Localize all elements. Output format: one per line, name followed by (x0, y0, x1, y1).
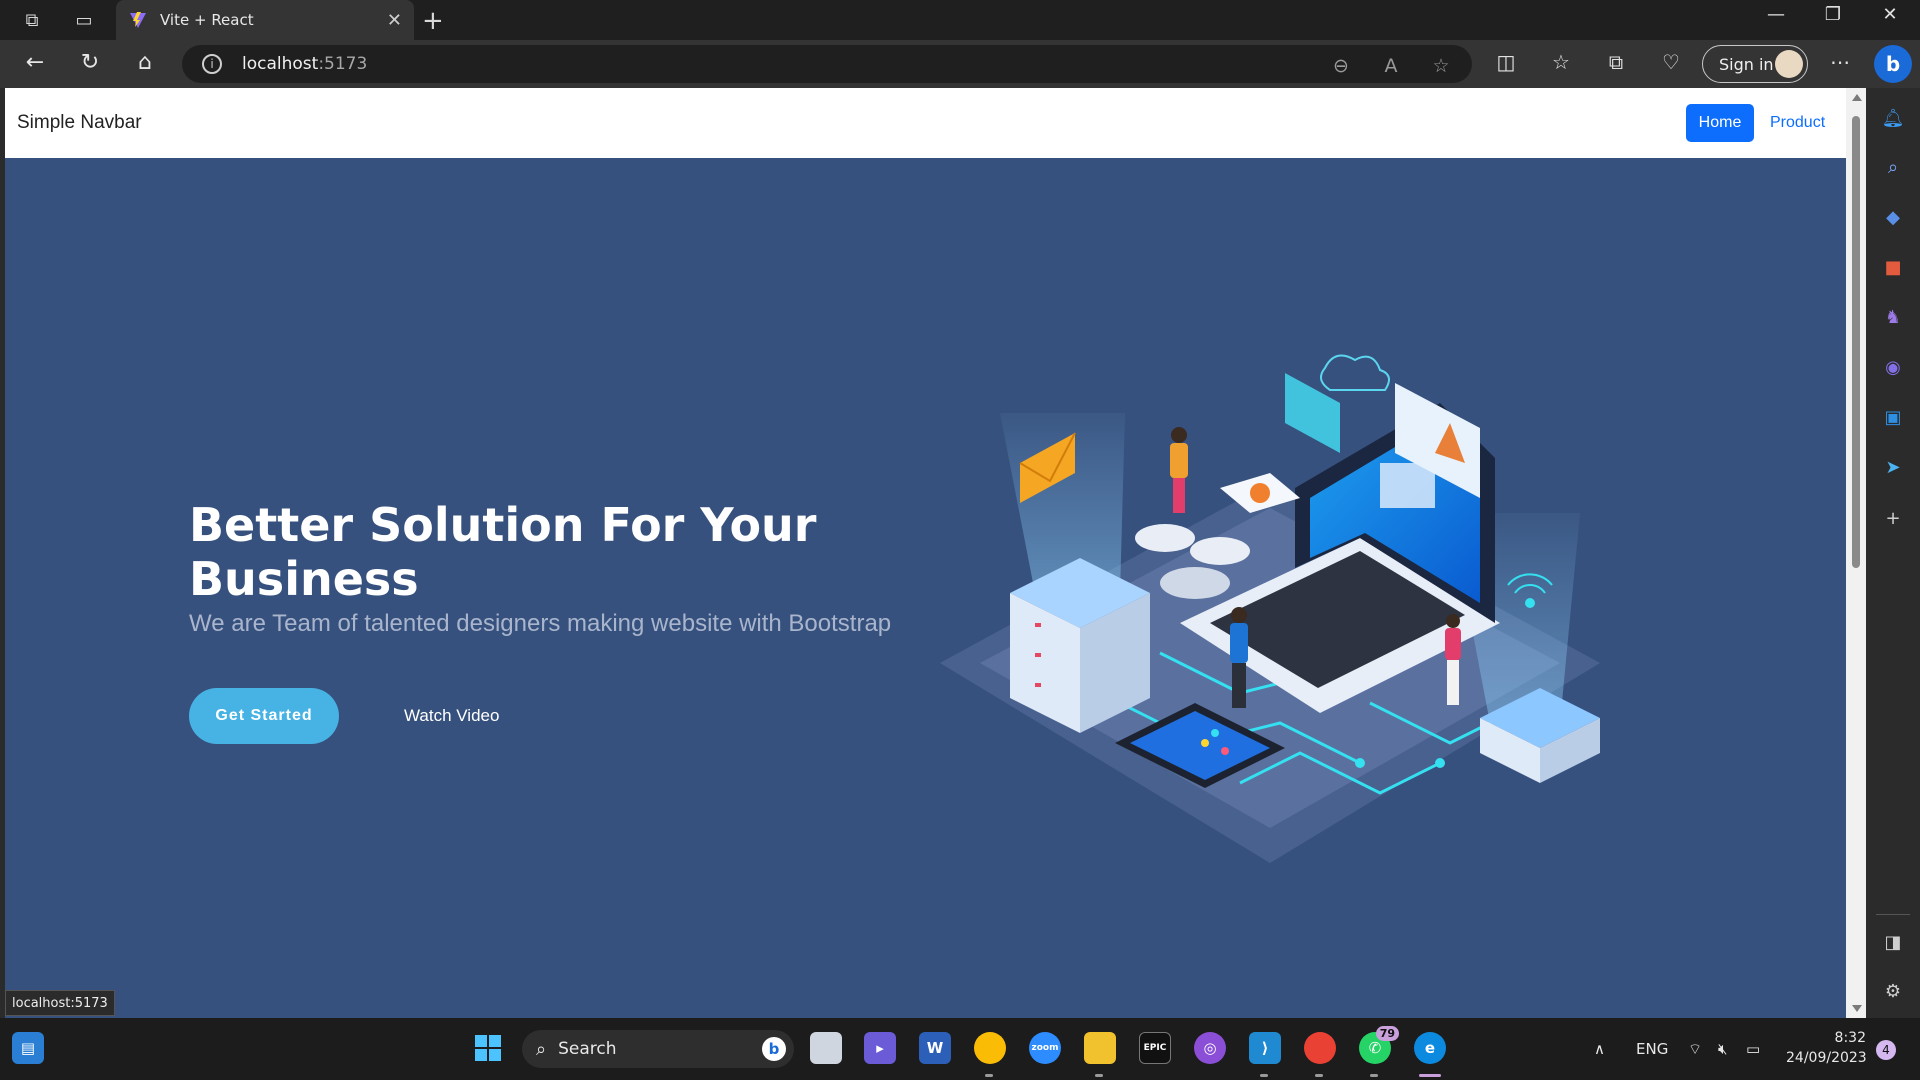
clock-date: 24/09/2023 (1786, 1050, 1867, 1066)
search-icon: ⌕ (536, 1038, 547, 1060)
epic-games-icon[interactable]: EPIC (1139, 1032, 1171, 1064)
tab-list-icon[interactable]: ▭ (72, 8, 96, 32)
nav-link-home[interactable]: Home (1686, 104, 1754, 142)
tools-icon[interactable]: ■ (1881, 255, 1905, 279)
whatsapp-badge: 79 (1375, 1026, 1399, 1041)
github-icon[interactable]: ◎ (1194, 1032, 1226, 1064)
url-text[interactable]: localhost:5173 (242, 54, 367, 74)
sidebar-divider (1876, 914, 1910, 915)
chrome-icon[interactable] (974, 1032, 1006, 1064)
read-aloud-icon[interactable]: A (1378, 55, 1404, 77)
windows-taskbar: ▤ ⌕ Search b ▸ W zoom EPIC ◎ ⟩ ✆ 79 e ∧ E… (0, 1018, 1920, 1080)
language-indicator[interactable]: ENG (1636, 1040, 1668, 1058)
file-explorer-icon[interactable] (1084, 1032, 1116, 1064)
volume-icon[interactable]: 🔇︎ (1718, 1040, 1727, 1058)
home-icon[interactable]: ⌂ (130, 50, 160, 75)
favorites-icon[interactable]: ☆ (1547, 50, 1575, 74)
site-navbar: Simple Navbar Home Product (5, 88, 1846, 158)
browser-title-bar: ⧉ ▭ Vite + React ✕ + — ❐ ✕ (0, 0, 1920, 40)
scroll-up-icon[interactable] (1852, 94, 1862, 101)
games-icon[interactable]: ♞ (1881, 305, 1905, 329)
tab-actions-icon[interactable]: ⧉ (20, 8, 44, 32)
info-icon[interactable]: i (202, 54, 222, 74)
hide-sidebar-icon[interactable]: ◨ (1881, 930, 1905, 954)
address-bar[interactable]: i localhost:5173 ⊖ A ☆ (182, 45, 1472, 83)
search-icon[interactable]: ⌕ (1881, 155, 1905, 179)
notifications-bell-icon[interactable]: 🔔︎ (1881, 106, 1905, 130)
zoom-icon[interactable]: zoom (1029, 1032, 1061, 1064)
collections-icon[interactable]: ⧉ (1602, 50, 1630, 74)
nav-link-product[interactable]: Product (1770, 114, 1825, 132)
new-tab-icon[interactable]: + (422, 6, 444, 36)
status-url-tooltip: localhost:5173 (5, 990, 115, 1016)
show-hidden-icons-icon[interactable]: ∧ (1594, 1040, 1605, 1058)
running-app-indicator (985, 1074, 993, 1077)
favorite-star-icon[interactable]: ☆ (1428, 55, 1454, 77)
refresh-icon[interactable]: ↻ (75, 50, 105, 75)
watch-video-link[interactable]: Watch Video (404, 706, 499, 726)
taskbar-search[interactable]: ⌕ Search b (522, 1030, 794, 1068)
settings-gear-icon[interactable]: ⚙ (1881, 979, 1905, 1003)
windows-start-icon[interactable] (472, 1032, 504, 1064)
sign-in-button[interactable]: Sign in (1702, 45, 1808, 83)
close-tab-icon[interactable]: ✕ (387, 10, 402, 31)
edge-sidebar: 🔔︎ ⌕ ◆ ■ ♞ ◉ ▣ ➤ + ◨ ⚙ (1866, 88, 1920, 1018)
hero-subtitle: We are Team of talented designers making… (189, 610, 892, 637)
get-started-button[interactable]: Get Started (189, 688, 339, 744)
avatar (1775, 50, 1803, 78)
copilot-icon[interactable]: b (1874, 45, 1912, 83)
hero-illustration (940, 354, 1600, 863)
battery-icon[interactable]: ▭ (1746, 1040, 1760, 1058)
add-sidebar-app-icon[interactable]: + (1881, 506, 1905, 530)
clock-time: 8:32 (1834, 1030, 1866, 1046)
more-icon[interactable]: ⋯ (1826, 50, 1854, 74)
office-icon[interactable]: ◉ (1881, 355, 1905, 379)
shopping-tag-icon[interactable]: ◆ (1881, 205, 1905, 229)
performance-icon[interactable]: ♡ (1657, 50, 1685, 74)
running-app-indicator (1095, 1074, 1103, 1077)
split-screen-icon[interactable]: ◫ (1492, 50, 1520, 74)
zoom-out-icon[interactable]: ⊖ (1328, 55, 1354, 77)
notification-count-badge[interactable]: 4 (1876, 1040, 1896, 1060)
wifi-icon[interactable]: ⌔ (1688, 1040, 1702, 1059)
running-app-indicator (1315, 1074, 1323, 1077)
address-toolbar: ← ↻ ⌂ i localhost:5173 ⊖ A ☆ ◫ ☆ ⧉ ♡ Sig… (0, 40, 1920, 88)
running-app-indicator (1260, 1074, 1268, 1077)
teams-chat-icon[interactable]: ▸ (864, 1032, 896, 1064)
scroll-down-icon[interactable] (1852, 1005, 1862, 1012)
minimize-icon[interactable]: — (1756, 4, 1796, 25)
whatsapp-icon[interactable]: ✆ 79 (1359, 1026, 1399, 1064)
active-app-indicator (1419, 1074, 1441, 1077)
widgets-icon[interactable]: ▤ (12, 1032, 44, 1064)
running-app-indicator (1370, 1074, 1378, 1077)
edge-icon[interactable]: e (1414, 1032, 1446, 1064)
vite-favicon-icon (130, 12, 146, 28)
vscode-icon[interactable]: ⟩ (1249, 1032, 1281, 1064)
outlook-icon[interactable]: ▣ (1881, 405, 1905, 429)
navbar-brand[interactable]: Simple Navbar (17, 112, 142, 134)
page-scrollbar[interactable] (1846, 88, 1866, 1018)
chrome-icon[interactable] (1304, 1032, 1336, 1064)
scroll-thumb[interactable] (1852, 116, 1860, 568)
word-icon[interactable]: W (919, 1032, 951, 1064)
hero-title: Better Solution For Your Business (189, 498, 817, 606)
bing-icon: b (762, 1037, 786, 1061)
system-clock[interactable]: 8:32 24/09/2023 (1786, 1028, 1867, 1068)
back-icon[interactable]: ← (20, 50, 50, 75)
page-viewport: Simple Navbar Home Product Better Soluti… (5, 88, 1866, 1018)
tab-active[interactable]: Vite + React ✕ (116, 0, 414, 40)
restore-icon[interactable]: ❐ (1813, 4, 1853, 25)
drop-icon[interactable]: ➤ (1881, 455, 1905, 479)
tab-title: Vite + React (160, 11, 254, 29)
close-window-icon[interactable]: ✕ (1870, 4, 1910, 25)
task-view-icon[interactable] (810, 1032, 842, 1064)
